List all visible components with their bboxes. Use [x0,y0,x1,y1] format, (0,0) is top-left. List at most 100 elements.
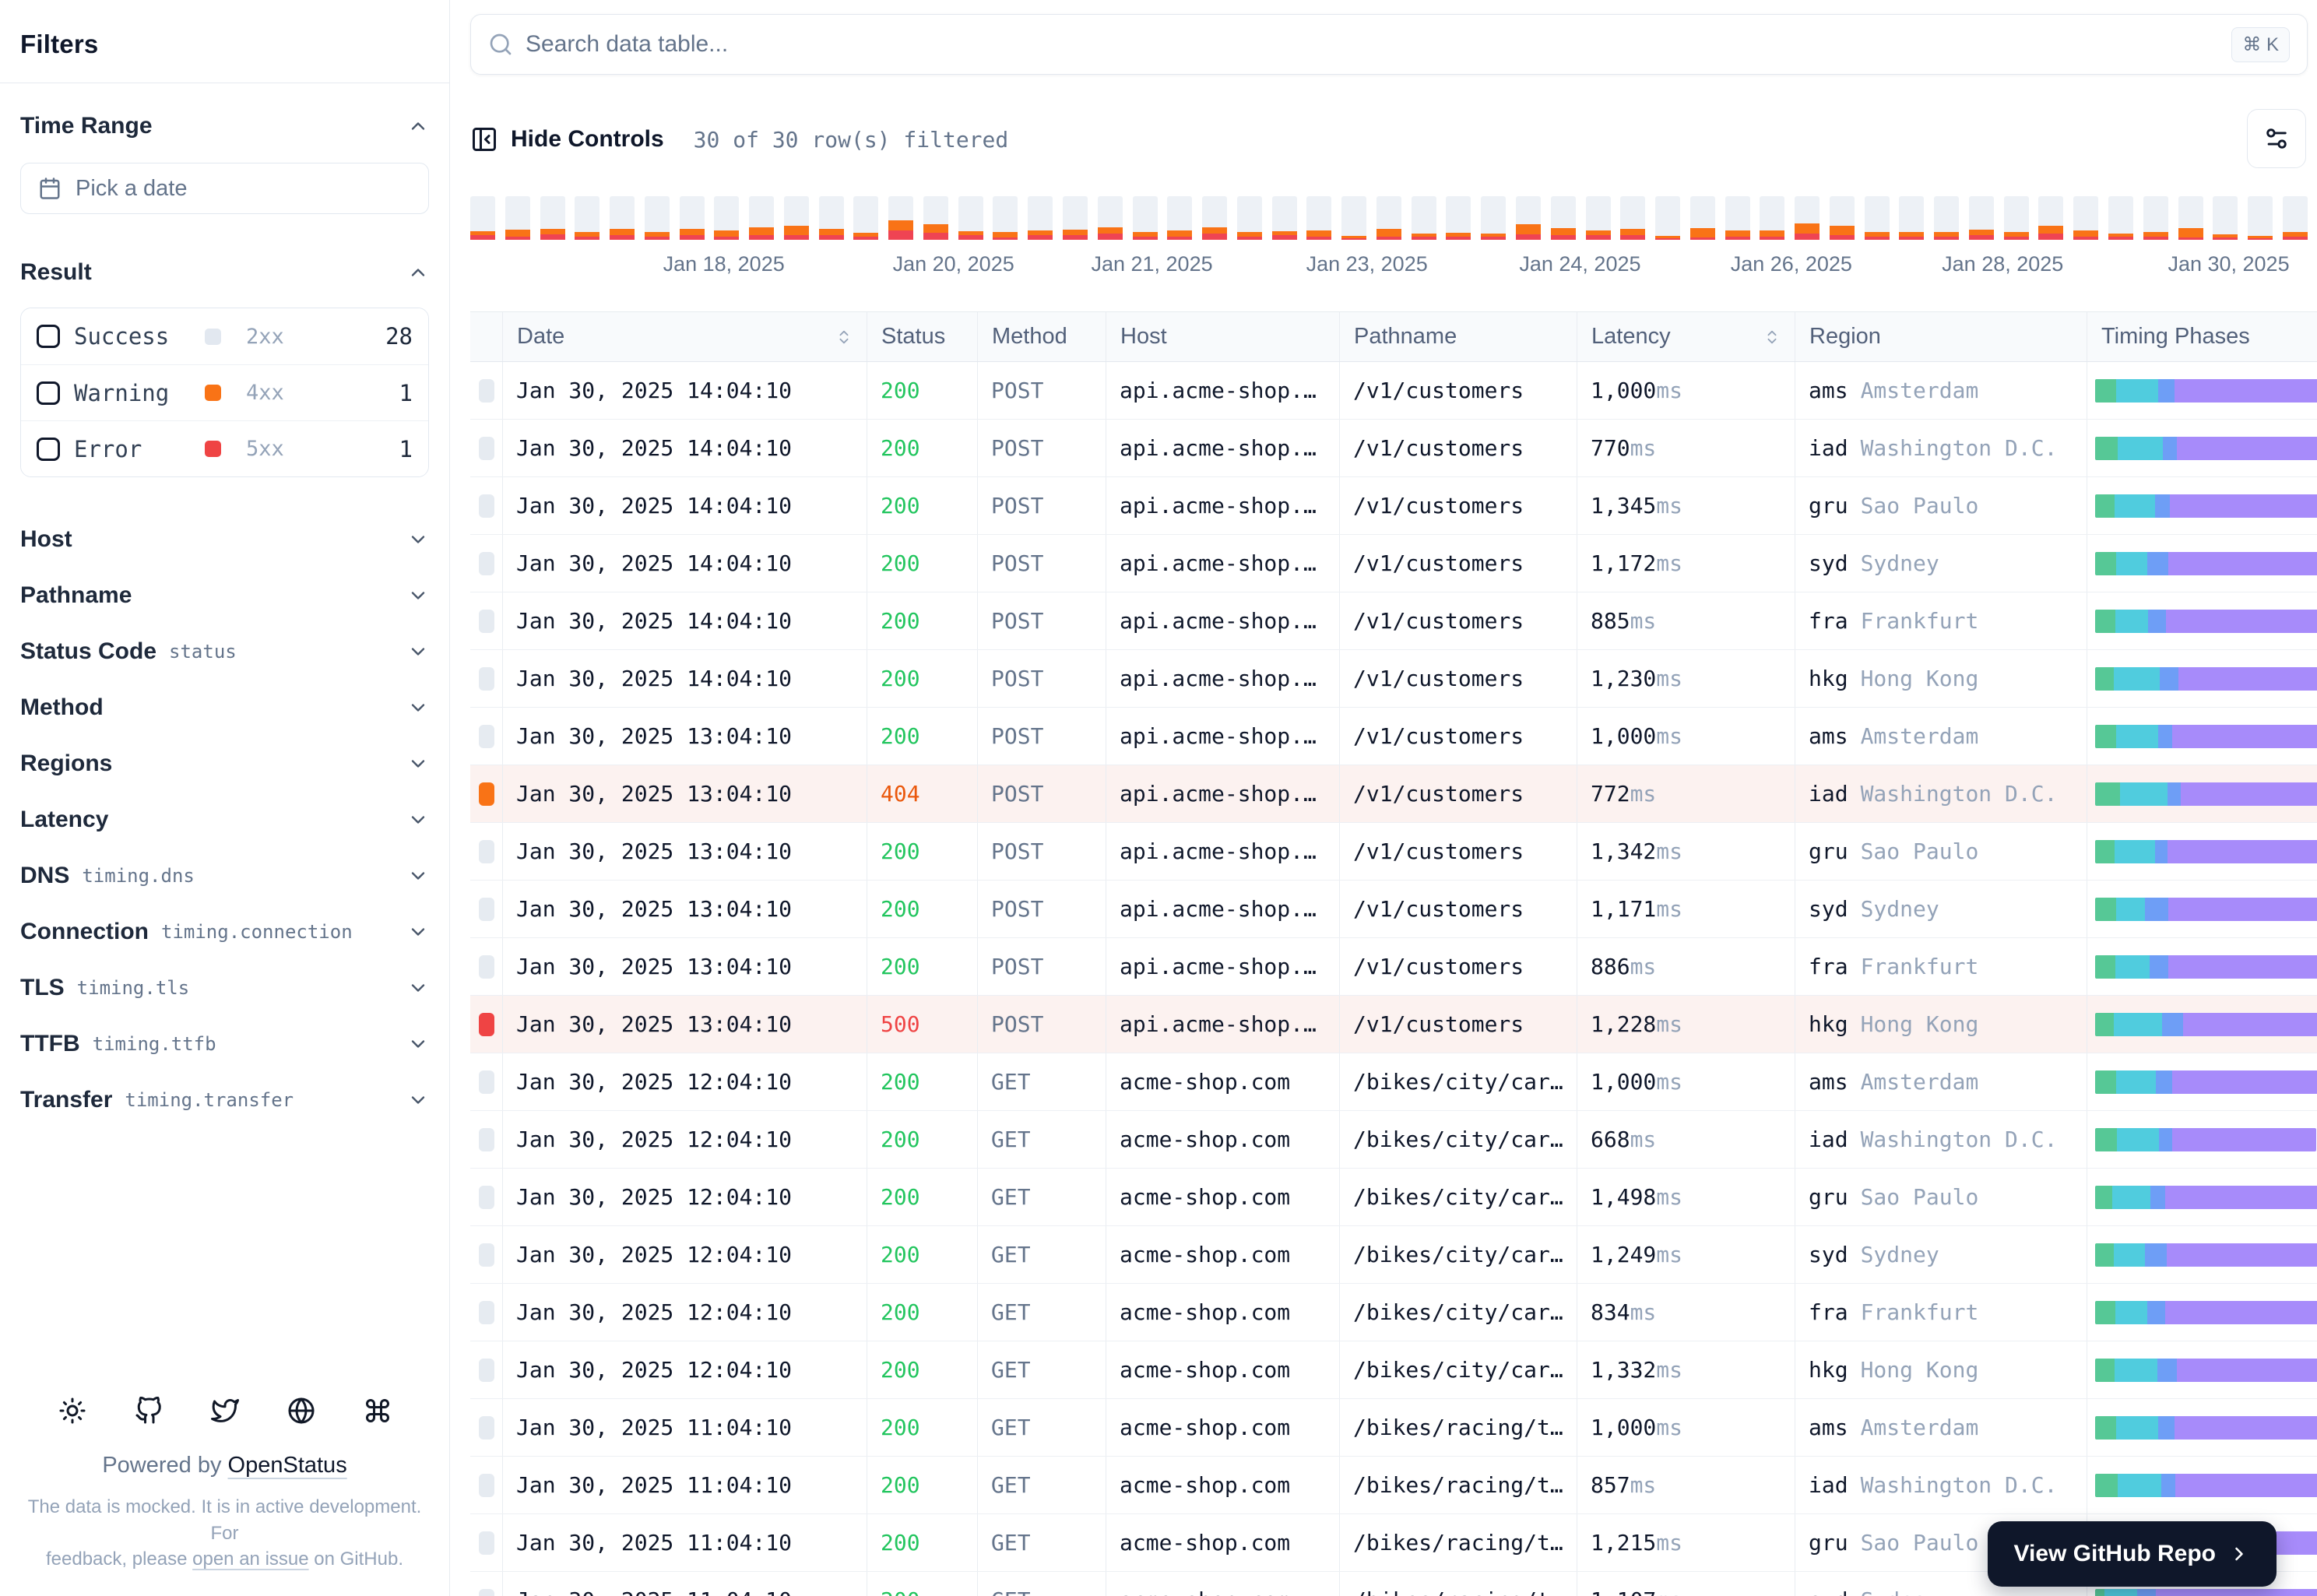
histogram-bar[interactable] [1829,196,1855,240]
histogram-bar[interactable] [1341,196,1367,240]
twitter-link-button[interactable] [210,1397,239,1425]
date-picker-button[interactable]: Pick a date [20,163,429,214]
sidebar-item-method[interactable]: Method [20,680,429,736]
sidebar-item-tls[interactable]: TLS timing.tls [20,960,429,1016]
result-option-success[interactable]: Success 2xx 28 [21,308,428,364]
table-row[interactable]: Jan 30, 2025 12:04:10 200 GET acme-shop.com… [470,1169,2317,1226]
histogram-bar[interactable] [1063,196,1088,240]
table-row[interactable]: Jan 30, 2025 13:04:10 200 POST api.acme-sho… [470,881,2317,938]
histogram-bar[interactable] [888,196,914,240]
histogram-bar[interactable] [610,196,635,240]
table-row[interactable]: Jan 30, 2025 14:04:10 200 POST api.acme-sho… [470,592,2317,650]
histogram-bar[interactable] [1481,196,1507,240]
histogram-bar[interactable] [470,196,495,240]
histogram-bars[interactable] [470,196,2308,240]
checkbox[interactable] [37,325,60,348]
table-row[interactable]: Jan 30, 2025 13:04:10 500 POST api.acme-sho… [470,996,2317,1053]
sidebar-item-dns[interactable]: DNS timing.dns [20,848,429,904]
histogram-bar[interactable] [1376,196,1401,240]
histogram-bar[interactable] [923,196,948,240]
histogram-bar[interactable] [1271,196,1297,240]
table-settings-button[interactable] [2247,109,2306,168]
checkbox[interactable] [37,437,60,461]
table-row[interactable]: Jan 30, 2025 14:04:10 200 POST api.acme-sho… [470,650,2317,708]
histogram-bar[interactable] [1864,196,1890,240]
hide-controls-button[interactable]: Hide Controls [470,125,664,153]
sidebar-item-ttfb[interactable]: TTFB timing.ttfb [20,1016,429,1072]
table-row[interactable]: Jan 30, 2025 13:04:10 200 POST api.acme-sho… [470,823,2317,881]
histogram-bar[interactable] [1132,196,1158,240]
sidebar-item-transfer[interactable]: Transfer timing.transfer [20,1072,429,1128]
table-row[interactable]: Jan 30, 2025 12:04:10 200 GET acme-shop.com… [470,1226,2317,1284]
histogram-bar[interactable] [1760,196,1785,240]
table-row[interactable]: Jan 30, 2025 11:04:10200GETacme-shop.com… [470,1399,2317,1457]
histogram-bar[interactable] [2143,196,2168,240]
histogram-bar[interactable] [1968,196,1994,240]
result-option-warning[interactable]: Warning 4xx 1 [21,364,428,420]
table-row[interactable]: Jan 30, 2025 14:04:10 200 POST api.acme-sho… [470,362,2317,420]
table-row[interactable]: Jan 30, 2025 13:04:10 200 POST api.acme-sho… [470,938,2317,996]
table-row[interactable]: Jan 30, 2025 13:04:10 200 POST api.acme-sho… [470,708,2317,765]
histogram-bar[interactable] [1446,196,1471,240]
checkbox[interactable] [37,381,60,405]
histogram-bar[interactable] [1689,196,1715,240]
command-menu-button[interactable] [364,1397,392,1425]
histogram-bar[interactable] [2003,196,2029,240]
histogram-bar[interactable] [993,196,1018,240]
histogram-bar[interactable] [1899,196,1925,240]
histogram-bar[interactable] [1795,196,1820,240]
table-row[interactable]: Jan 30, 2025 14:04:10 200 POST api.acme-sho… [470,477,2317,535]
sidebar-item-connection[interactable]: Connection timing.connection [20,904,429,960]
table-row[interactable]: Jan 30, 2025 13:04:10 404 POST api.acme-sho… [470,765,2317,823]
column-header-latency[interactable]: Latency [1577,312,1795,361]
histogram-bar[interactable] [1097,196,1123,240]
time-range-header[interactable]: Time Range [20,113,429,139]
website-link-button[interactable] [287,1397,315,1425]
histogram-bar[interactable] [1585,196,1611,240]
result-header[interactable]: Result [20,259,429,286]
histogram-bar[interactable] [853,196,879,240]
search-input[interactable] [526,31,2220,58]
view-github-repo-button[interactable]: View GitHub Repo [1987,1521,2277,1587]
histogram-bar[interactable] [1028,196,1053,240]
sidebar-item-status-code[interactable]: Status Code status [20,624,429,680]
histogram-bar[interactable] [783,196,809,240]
histogram-bar[interactable] [1725,196,1750,240]
histogram-bar[interactable] [1306,196,1332,240]
open-issue-link[interactable]: open an issue [192,1549,308,1570]
table-row[interactable]: Jan 30, 2025 14:04:10 200 POST api.acme-sho… [470,535,2317,592]
histogram-bar[interactable] [1167,196,1193,240]
histogram-bar[interactable] [1620,196,1646,240]
histogram-bar[interactable] [540,196,565,240]
table-row[interactable]: Jan 30, 2025 11:04:10200GETacme-shop.com… [470,1457,2317,1514]
column-header-date[interactable]: Date [502,312,867,361]
result-option-error[interactable]: Error 5xx 1 [21,420,428,476]
histogram-bar[interactable] [644,196,670,240]
histogram-bar[interactable] [714,196,740,240]
histogram-bar[interactable] [2038,196,2064,240]
histogram-bar[interactable] [818,196,844,240]
histogram-bar[interactable] [2178,196,2203,240]
histogram-bar[interactable] [2248,196,2273,240]
histogram-bar[interactable] [679,196,705,240]
histogram-bar[interactable] [1550,196,1576,240]
histogram-bar[interactable] [1411,196,1436,240]
table-row[interactable]: Jan 30, 2025 12:04:10 200 GET acme-shop.com… [470,1341,2317,1399]
table-row[interactable]: Jan 30, 2025 12:04:10 200 GET acme-shop.com… [470,1111,2317,1169]
histogram-bar[interactable] [2108,196,2133,240]
histogram-bar[interactable] [2213,196,2238,240]
histogram-bar[interactable] [1236,196,1262,240]
sidebar-item-latency[interactable]: Latency [20,792,429,848]
histogram-bar[interactable] [2073,196,2099,240]
sidebar-item-regions[interactable]: Regions [20,736,429,792]
histogram-bar[interactable] [505,196,530,240]
histogram-bar[interactable] [1202,196,1228,240]
histogram-bar[interactable] [958,196,983,240]
histogram-bar[interactable] [1934,196,1960,240]
histogram-bar[interactable] [2282,196,2308,240]
table-row[interactable]: Jan 30, 2025 12:04:10 200 GET acme-shop.com… [470,1053,2317,1111]
github-link-button[interactable] [135,1397,163,1425]
histogram-bar[interactable] [1515,196,1541,240]
openstatus-link[interactable]: OpenStatus [228,1453,347,1478]
theme-toggle-button[interactable] [58,1397,86,1425]
